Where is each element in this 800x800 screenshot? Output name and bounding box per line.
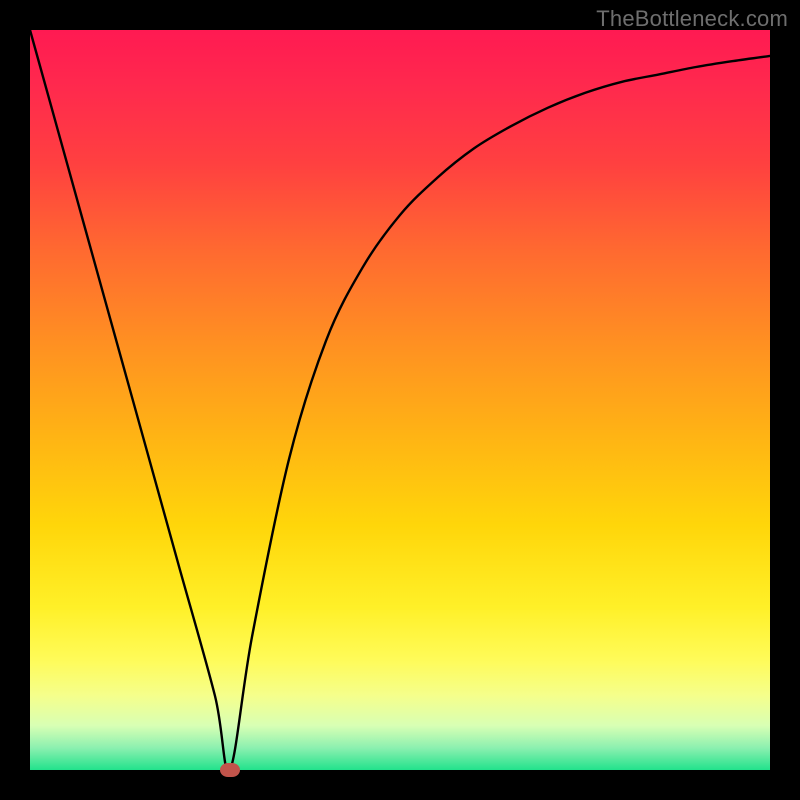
plot-area <box>30 30 770 770</box>
curve-path <box>30 30 770 771</box>
bottleneck-curve <box>30 30 770 770</box>
chart-frame: TheBottleneck.com <box>0 0 800 800</box>
minimum-marker <box>220 763 240 777</box>
watermark-text: TheBottleneck.com <box>596 6 788 32</box>
